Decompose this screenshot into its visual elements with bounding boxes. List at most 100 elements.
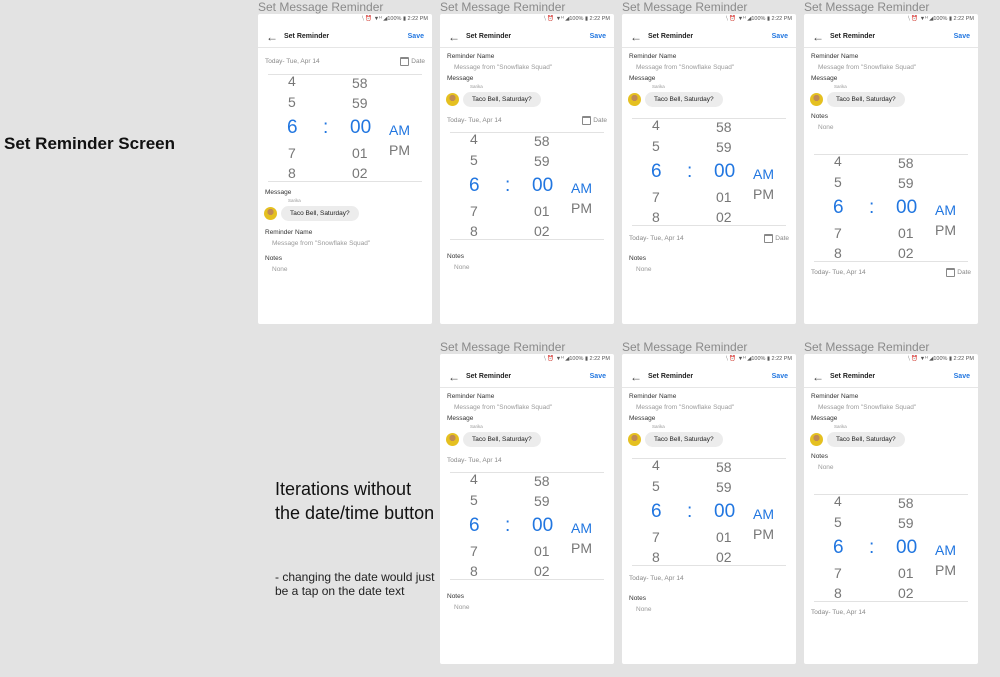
date-row: Today- Tue, Apr 14 (622, 566, 796, 590)
message-header: Message (265, 189, 292, 196)
screen-title: Set Reminder (830, 33, 876, 40)
mockup-label: Set Message Reminder (258, 0, 384, 14)
message-bubble: Taco Bell, Saturday? (463, 431, 541, 447)
notes-input[interactable]: None (622, 264, 796, 276)
message-row: Taco Bell, Saturday? (440, 430, 614, 448)
message-row: Taco Bell, Saturday? (622, 430, 796, 448)
arrow-left-icon[interactable]: ← (812, 30, 830, 44)
calendar-icon (582, 115, 592, 125)
date-row: Today- Tue, Apr 14 Date (622, 226, 796, 250)
notes-header: Notes (629, 595, 646, 602)
app-bar: ← Set Reminder Save (804, 366, 978, 388)
app-bar: ← Set Reminder Save (622, 366, 796, 388)
time-picker[interactable]: 4 58 5 59 6:00 AM 7 01 PM 8 02 (268, 73, 422, 182)
avatar (628, 92, 641, 106)
mockup-label: Set Message Reminder (440, 0, 566, 14)
date-button[interactable]: Date (764, 233, 789, 243)
date-text[interactable]: Today- Tue, Apr 14 (447, 457, 607, 464)
save-button[interactable]: Save (954, 373, 970, 380)
arrow-left-icon[interactable]: ← (812, 370, 830, 384)
notes-input[interactable]: None (622, 604, 796, 616)
date-row: Today- Tue, Apr 14 (804, 602, 978, 622)
arrow-left-icon[interactable]: ← (448, 30, 466, 44)
date-row: Today- Tue, Apr 14 Date (804, 262, 978, 282)
save-button[interactable]: Save (408, 33, 424, 40)
arrow-left-icon[interactable]: ← (266, 30, 284, 44)
reminder-name-input[interactable]: Message from "Snowflake Squad" (622, 62, 796, 74)
notes-input[interactable]: None (804, 462, 978, 474)
mockup-message-then-date: Set Message Reminder ⧹ ⏰ ▼ᴴ ◢100% ▮ 2:22… (440, 0, 614, 324)
calendar-icon (946, 267, 956, 277)
notes-header: Notes (447, 253, 464, 260)
avatar (446, 92, 459, 106)
message-header: Message (811, 75, 838, 82)
message-row: Taco Bell, Saturday? (258, 204, 432, 222)
time-picker[interactable]: 4 58 5 59 6:00 AM 7 01 PM 8 02 (450, 131, 604, 240)
message-header: Message (629, 75, 656, 82)
date-row: Today- Tue, Apr 14 Date (440, 108, 614, 132)
time-picker[interactable]: 4 58 5 59 6:00 AM 7 01 PM 8 02 (450, 471, 604, 580)
date-button[interactable]: Date (400, 56, 425, 66)
date-text[interactable]: Today- Tue, Apr 14 (629, 235, 764, 242)
message-header: Message (447, 415, 474, 422)
save-button[interactable]: Save (772, 373, 788, 380)
mockup-picker-then-date: Set Message Reminder ⧹ ⏰ ▼ᴴ ◢100% ▮ 2:22… (622, 0, 796, 324)
app-bar: ← Set Reminder Save (622, 26, 796, 48)
reminder-name-input[interactable]: Message from "Snowflake Squad" (804, 402, 978, 414)
screen-title: Set Reminder (466, 33, 512, 40)
time-picker[interactable]: 4 58 5 59 6:00 AM 7 01 PM 8 02 (632, 117, 786, 226)
notes-input[interactable]: None (440, 602, 614, 614)
app-bar: ← Set Reminder Save (440, 366, 614, 388)
arrow-left-icon[interactable]: ← (630, 30, 648, 44)
save-button[interactable]: Save (590, 373, 606, 380)
message-bubble: Taco Bell, Saturday? (645, 91, 723, 107)
message-bubble: Taco Bell, Saturday? (281, 205, 359, 221)
mockup-label: Set Message Reminder (804, 340, 930, 354)
screen-title: Set Reminder (648, 33, 694, 40)
avatar (446, 432, 459, 446)
notes-header: Notes (811, 453, 828, 460)
reminder-name-header: Reminder Name (447, 393, 495, 400)
phone-screen: ⧹ ⏰ ▼ᴴ ◢100% ▮ 2:22 PM ← Set Reminder Sa… (258, 14, 432, 324)
date-text[interactable]: Today- Tue, Apr 14 (629, 575, 789, 582)
calendar-icon (400, 56, 410, 66)
date-text[interactable]: Today- Tue, Apr 14 (447, 117, 582, 124)
reminder-name-input[interactable]: Message from "Snowflake Squad" (440, 402, 614, 414)
message-header: Message (811, 415, 838, 422)
reminder-name-header: Reminder Name (629, 53, 677, 60)
arrow-left-icon[interactable]: ← (448, 370, 466, 384)
date-text[interactable]: Today- Tue, Apr 14 (811, 609, 971, 616)
reminder-name-input[interactable]: Message from "Snowflake Squad" (804, 62, 978, 74)
time-picker[interactable]: 4 58 5 59 6:00 AM 7 01 PM 8 02 (814, 153, 968, 262)
reminder-name-input[interactable]: Message from "Snowflake Squad" (258, 238, 432, 250)
date-button[interactable]: Date (946, 267, 971, 277)
status-bar: ⧹ ⏰ ▼ᴴ ◢100% ▮ 2:22 PM (726, 356, 792, 362)
save-button[interactable]: Save (590, 33, 606, 40)
reminder-name-header: Reminder Name (629, 393, 677, 400)
notes-input[interactable]: None (804, 122, 978, 134)
save-button[interactable]: Save (954, 33, 970, 40)
arrow-left-icon[interactable]: ← (630, 370, 648, 384)
phone-screen: ⧹ ⏰ ▼ᴴ ◢100% ▮ 2:22 PM ← Set Reminder Sa… (622, 354, 796, 664)
app-bar: ← Set Reminder Save (258, 26, 432, 48)
date-text[interactable]: Today- Tue, Apr 14 (811, 269, 946, 276)
save-button[interactable]: Save (772, 33, 788, 40)
notes-input[interactable]: None (440, 262, 614, 274)
notes-header: Notes (265, 255, 282, 262)
status-bar: ⧹ ⏰ ▼ᴴ ◢100% ▮ 2:22 PM (726, 16, 792, 22)
time-picker[interactable]: 4 58 5 59 6:00 AM 7 01 PM 8 02 (814, 493, 968, 602)
reminder-name-input[interactable]: Message from "Snowflake Squad" (622, 402, 796, 414)
notes-input[interactable]: None (258, 264, 432, 276)
message-header: Message (447, 75, 474, 82)
message-bubble: Taco Bell, Saturday? (827, 431, 905, 447)
reminder-name-input[interactable]: Message from "Snowflake Squad" (440, 62, 614, 74)
app-bar: ← Set Reminder Save (440, 26, 614, 48)
message-header: Message (629, 415, 656, 422)
reminder-name-header: Reminder Name (811, 393, 859, 400)
date-button[interactable]: Date (582, 115, 607, 125)
date-text[interactable]: Today- Tue, Apr 14 (265, 58, 400, 65)
reminder-name-header: Reminder Name (447, 53, 495, 60)
notes-header: Notes (811, 113, 828, 120)
time-picker[interactable]: 4 58 5 59 6:00 AM 7 01 PM 8 02 (632, 457, 786, 566)
status-bar: ⧹ ⏰ ▼ᴴ ◢100% ▮ 2:22 PM (908, 16, 974, 22)
